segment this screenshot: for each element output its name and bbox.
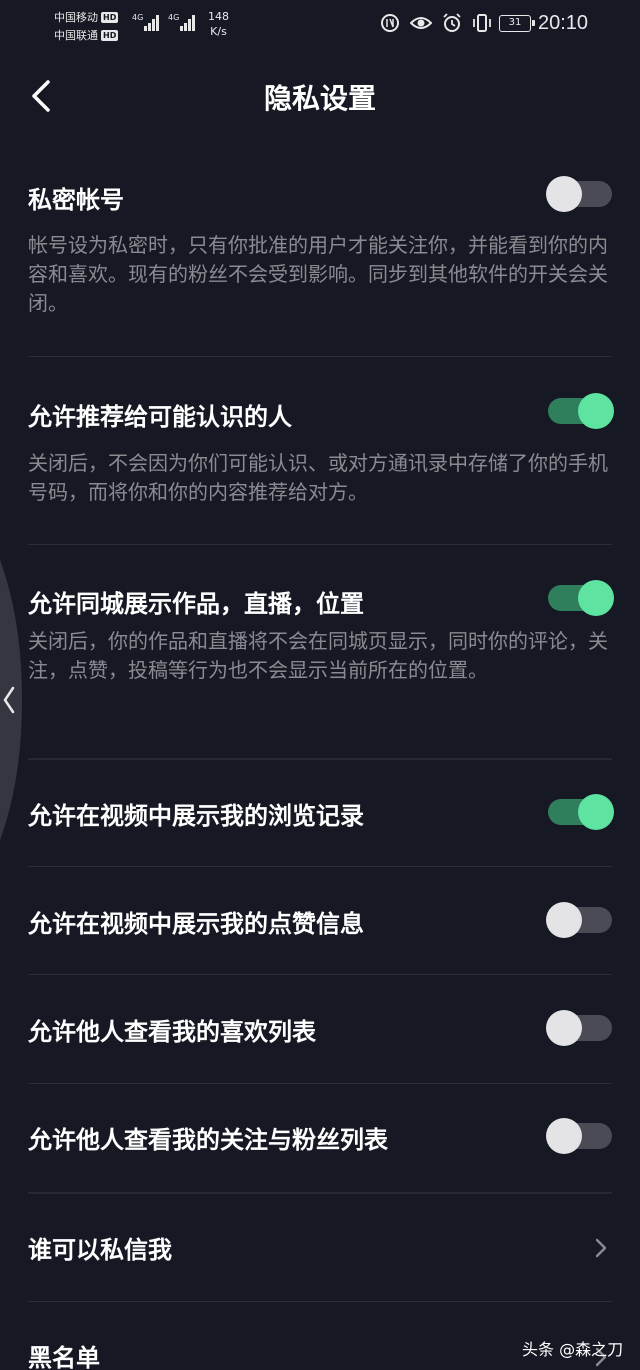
vibrate-icon (473, 14, 491, 32)
toggle-knob (546, 176, 582, 212)
edge-back-gesture-handle[interactable] (0, 560, 24, 840)
network-speed: 148 K/s (208, 9, 229, 39)
navigation-bar: 隐私设置 (0, 60, 640, 132)
setting-recommend-to-acquaintances: 允许推荐给可能认识的人 关闭后，不会因为你们可能认识、或对方通讯录中存储了你的手… (28, 386, 614, 526)
carrier-2: 中国联通 HD (54, 27, 119, 43)
signal-icon: 4G (168, 13, 195, 31)
page-title: 隐私设置 (263, 82, 376, 115)
watermark: 头条 @森之刀 (522, 1340, 624, 1359)
status-bar: 中国移动 HD 中国联通 HD 4G 4G 148 K/s 31 20:10 (0, 0, 640, 48)
toggle-knob (578, 794, 614, 830)
toggle-knob (578, 393, 614, 429)
setting-title: 允许在视频中展示我的点赞信息 (28, 910, 364, 938)
likes-info-toggle[interactable] (546, 902, 612, 938)
setting-title: 允许他人查看我的关注与粉丝列表 (28, 1126, 388, 1154)
setting-title: 允许推荐给可能认识的人 (28, 403, 292, 431)
section-divider (28, 1192, 612, 1194)
toggle-knob (578, 580, 614, 616)
nfc-icon (381, 14, 399, 32)
who-can-message-me-row[interactable]: 谁可以私信我 (28, 1220, 612, 1278)
carrier-1-name: 中国移动 (54, 11, 98, 24)
local-display-toggle[interactable] (548, 580, 614, 616)
signal-icon: 4G (132, 13, 159, 31)
setting-show-browsing-history: 允许在视频中展示我的浏览记录 (28, 786, 614, 842)
recommend-toggle[interactable] (548, 393, 614, 429)
divider (28, 1083, 612, 1084)
chevron-right-icon (595, 1238, 607, 1258)
divider (28, 1301, 612, 1302)
setting-description: 关闭后，不会因为你们可能认识、或对方通讯录中存储了你的手机号码，而将你和你的内容… (28, 451, 608, 504)
setting-title: 黑名单 (28, 1344, 100, 1370)
status-icons (380, 13, 492, 33)
toggle-knob (546, 1010, 582, 1046)
divider (28, 544, 612, 545)
carrier-2-name: 中国联通 (54, 29, 98, 42)
svg-text:4G: 4G (168, 13, 179, 22)
setting-view-follow-list: 允许他人查看我的关注与粉丝列表 (28, 1110, 612, 1166)
private-account-toggle[interactable] (546, 176, 612, 212)
browsing-history-toggle[interactable] (548, 794, 614, 830)
setting-private-account: 私密帐号 帐号设为私密时，只有你批准的用户才能关注你，并能看到你的内容和喜欢。现… (28, 170, 612, 330)
setting-title: 私密帐号 (28, 186, 124, 214)
alarm-icon (443, 13, 461, 32)
section-divider (28, 758, 612, 760)
follow-list-toggle[interactable] (546, 1118, 612, 1154)
battery-indicator: 31 (499, 15, 535, 32)
setting-title: 允许在视频中展示我的浏览记录 (28, 802, 364, 830)
toggle-knob (546, 1118, 582, 1154)
setting-view-likes-list: 允许他人查看我的喜欢列表 (28, 1002, 612, 1058)
divider (28, 866, 612, 867)
setting-show-likes-info: 允许在视频中展示我的点赞信息 (28, 894, 612, 950)
divider (28, 356, 612, 357)
hd-badge: HD (101, 29, 119, 41)
setting-title: 允许同城展示作品，直播，位置 (28, 590, 364, 618)
setting-description: 关闭后，你的作品和直播将不会在同城页显示，同时你的评论，关注，点赞，投稿等行为也… (28, 629, 608, 682)
setting-local-display: 允许同城展示作品，直播，位置 关闭后，你的作品和直播将不会在同城页显示，同时你的… (28, 574, 614, 744)
status-time: 20:10 (538, 12, 589, 34)
setting-title: 谁可以私信我 (28, 1236, 172, 1264)
svg-text:4G: 4G (132, 13, 143, 22)
network-speed-unit: K/s (210, 25, 227, 38)
toggle-knob (546, 902, 582, 938)
likes-list-toggle[interactable] (546, 1010, 612, 1046)
eye-icon (410, 17, 432, 29)
network-speed-value: 148 (208, 10, 229, 23)
setting-description: 帐号设为私密时，只有你批准的用户才能关注你，并能看到你的内容和喜欢。现有的粉丝不… (28, 233, 608, 315)
divider (28, 974, 612, 975)
setting-title: 允许他人查看我的喜欢列表 (28, 1018, 316, 1046)
carrier-1: 中国移动 HD (54, 9, 119, 25)
hd-badge: HD (101, 11, 119, 23)
